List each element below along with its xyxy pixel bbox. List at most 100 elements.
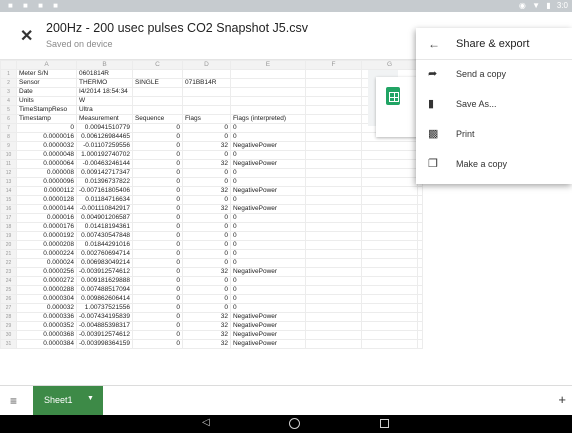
grid-cell[interactable] <box>360 249 418 259</box>
grid-cell[interactable]: 0 <box>229 231 306 241</box>
grid-cell[interactable] <box>304 339 362 349</box>
grid-cell[interactable]: 0 <box>181 294 231 304</box>
grid-cell[interactable]: 0 <box>229 276 306 286</box>
grid-cell[interactable]: 0 <box>181 276 231 286</box>
grid-cell[interactable]: -0.001110842917 <box>76 204 133 214</box>
grid-cell[interactable] <box>416 294 423 304</box>
grid-cell[interactable]: 0 <box>229 150 306 160</box>
grid-cell[interactable]: 0.0000016 <box>16 132 77 142</box>
grid-cell[interactable]: Sequence <box>131 114 183 124</box>
row-number[interactable]: 29 <box>0 321 17 331</box>
grid-cell[interactable]: 0 <box>181 303 231 313</box>
grid-cell[interactable] <box>304 186 362 196</box>
grid-cell[interactable] <box>360 159 418 169</box>
grid-cell[interactable]: 0.0000272 <box>16 276 77 286</box>
grid-cell[interactable] <box>304 141 362 151</box>
grid-cell[interactable]: 0 <box>181 240 231 250</box>
grid-cell[interactable]: Units <box>16 96 77 106</box>
grid-cell[interactable] <box>304 195 362 205</box>
grid-cell[interactable]: 0.0000288 <box>16 285 77 295</box>
grid-cell[interactable]: 0 <box>131 240 183 250</box>
column-header-a[interactable]: A <box>16 60 77 70</box>
grid-cell[interactable]: 0 <box>181 231 231 241</box>
grid-cell[interactable] <box>360 168 418 178</box>
row-number[interactable]: 7 <box>0 123 17 133</box>
grid-cell[interactable]: 0 <box>131 231 183 241</box>
grid-cell[interactable]: 0.0000096 <box>16 177 77 187</box>
grid-cell[interactable] <box>304 159 362 169</box>
grid-cell[interactable] <box>416 258 423 268</box>
grid-cell[interactable]: 0.009862606414 <box>76 294 133 304</box>
grid-cell[interactable] <box>304 321 362 331</box>
grid-cell[interactable] <box>416 186 423 196</box>
grid-cell[interactable] <box>360 213 418 223</box>
grid-cell[interactable] <box>360 240 418 250</box>
grid-cell[interactable] <box>416 312 423 322</box>
grid-cell[interactable]: 0 <box>131 312 183 322</box>
grid-cell[interactable]: 0.0000256 <box>16 267 77 277</box>
grid-cell[interactable] <box>181 87 231 97</box>
grid-cell[interactable]: NegativePower <box>229 312 306 322</box>
nav-home-icon[interactable] <box>289 418 300 429</box>
grid-cell[interactable]: TimeStampReso <box>16 105 77 115</box>
grid-cell[interactable] <box>304 87 362 97</box>
grid-cell[interactable] <box>360 303 418 313</box>
grid-cell[interactable] <box>304 114 362 124</box>
grid-cell[interactable]: 0.01844291016 <box>76 240 133 250</box>
grid-cell[interactable] <box>360 321 418 331</box>
grid-cell[interactable] <box>181 69 231 79</box>
grid-cell[interactable]: 32 <box>181 339 231 349</box>
grid-cell[interactable] <box>416 285 423 295</box>
grid-cell[interactable] <box>360 294 418 304</box>
grid-cell[interactable]: Date <box>16 87 77 97</box>
grid-cell[interactable]: NegativePower <box>229 141 306 151</box>
grid-cell[interactable]: -0.003998364159 <box>76 339 133 349</box>
menu-item-save-as[interactable]: ▮ Save As... <box>416 91 572 120</box>
grid-cell[interactable] <box>304 213 362 223</box>
grid-cell[interactable] <box>416 222 423 232</box>
grid-cell[interactable] <box>304 303 362 313</box>
grid-cell[interactable]: 1.000192740702 <box>76 150 133 160</box>
grid-cell[interactable]: -0.004885398317 <box>76 321 133 331</box>
row-number[interactable]: 5 <box>0 105 17 115</box>
grid-cell[interactable]: 0.0000144 <box>16 204 77 214</box>
grid-cell[interactable]: -0.007161805406 <box>76 186 133 196</box>
grid-cell[interactable]: 32 <box>181 321 231 331</box>
row-number[interactable]: 12 <box>0 168 17 178</box>
row-number[interactable]: 23 <box>0 267 17 277</box>
grid-cell[interactable]: THERMO <box>76 78 133 88</box>
grid-cell[interactable] <box>131 105 183 115</box>
grid-cell[interactable] <box>360 276 418 286</box>
grid-cell[interactable]: 0.00941510779 <box>76 123 133 133</box>
row-number[interactable]: 3 <box>0 87 17 97</box>
menu-item-make-a-copy[interactable]: ❐ Make a copy <box>416 151 572 180</box>
row-number[interactable]: 10 <box>0 150 17 160</box>
grid-cell[interactable] <box>304 177 362 187</box>
grid-cell[interactable] <box>131 69 183 79</box>
grid-cell[interactable] <box>360 285 418 295</box>
grid-cell[interactable] <box>360 222 418 232</box>
grid-cell[interactable] <box>304 231 362 241</box>
grid-cell[interactable] <box>304 132 362 142</box>
grid-cell[interactable]: 0 <box>229 177 306 187</box>
grid-cell[interactable]: 0 <box>131 276 183 286</box>
row-number[interactable]: 9 <box>0 141 17 151</box>
grid-cell[interactable]: 0.002760694714 <box>76 249 133 259</box>
grid-cell[interactable]: 0 <box>131 123 183 133</box>
row-number[interactable]: 20 <box>0 240 17 250</box>
grid-cell[interactable]: 0 <box>229 285 306 295</box>
grid-cell[interactable] <box>304 330 362 340</box>
grid-cell[interactable] <box>360 150 418 160</box>
grid-cell[interactable] <box>304 258 362 268</box>
grid-cell[interactable]: Ultra <box>76 105 133 115</box>
grid-cell[interactable]: 32 <box>181 267 231 277</box>
grid-cell[interactable]: 0601814R <box>76 69 133 79</box>
grid-cell[interactable]: 0.0000048 <box>16 150 77 160</box>
corner-cell[interactable] <box>0 60 17 70</box>
grid-cell[interactable] <box>304 222 362 232</box>
row-number[interactable]: 30 <box>0 330 17 340</box>
grid-cell[interactable]: Meter S/N <box>16 69 77 79</box>
grid-cell[interactable]: 0 <box>181 222 231 232</box>
grid-cell[interactable] <box>304 285 362 295</box>
grid-cell[interactable]: 0 <box>181 195 231 205</box>
